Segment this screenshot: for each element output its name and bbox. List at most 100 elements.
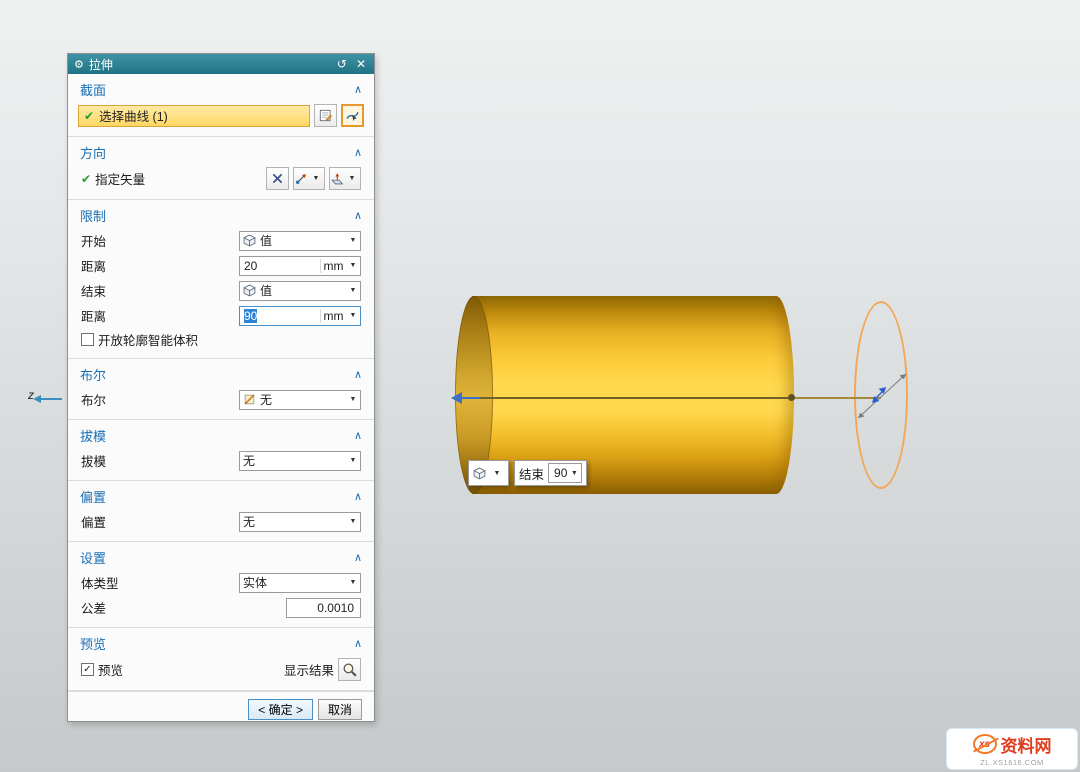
- selected-text: 90: [244, 309, 257, 323]
- open-profile-checkbox[interactable]: [81, 333, 94, 346]
- caret-down-icon[interactable]: ▼: [346, 518, 360, 525]
- preview-section: 预览 ∧ ✓ 预览 显示结果: [68, 628, 374, 691]
- preview-checkbox[interactable]: ✓: [81, 663, 94, 676]
- caret-down-icon[interactable]: ▼: [346, 262, 360, 269]
- z-axis-indicator: z: [26, 388, 72, 408]
- settings-section: 设置 ∧ 体类型 实体 ▼ 公差 0.0010: [68, 542, 374, 628]
- close-button[interactable]: ✕: [354, 57, 368, 71]
- z-axis-line: [40, 398, 62, 400]
- chevron-up-icon[interactable]: ∧: [354, 368, 362, 381]
- tolerance-value: 0.0010: [317, 601, 354, 615]
- chevron-up-icon[interactable]: ∧: [354, 551, 362, 564]
- start-distance-field[interactable]: 20 mm ▼: [239, 256, 361, 276]
- end-label: 结束: [81, 281, 106, 300]
- start-limit-dropdown[interactable]: 值 ▼: [239, 231, 361, 251]
- curve-rule-button[interactable]: [341, 104, 364, 127]
- onscreen-mini-toolbar: ▼ 结束 90 ▼: [468, 460, 587, 486]
- section-section: 截面 ∧ ✔ 选择曲线 (1): [68, 74, 374, 137]
- caret-down-icon[interactable]: ▼: [346, 287, 360, 294]
- watermark-url: ZL.XS1616.COM: [980, 758, 1044, 767]
- offset-dropdown[interactable]: 无 ▼: [239, 512, 361, 532]
- end-limit-value: 值: [260, 282, 342, 299]
- offset-section-header[interactable]: 偏置 ∧: [68, 481, 374, 509]
- gear-icon: ⚙: [74, 58, 84, 71]
- draft-dropdown[interactable]: 无 ▼: [239, 451, 361, 471]
- section-section-header[interactable]: 截面 ∧: [68, 74, 374, 102]
- settings-section-header[interactable]: 设置 ∧: [68, 542, 374, 570]
- ok-button[interactable]: < 确定 >: [248, 699, 313, 720]
- mini-end-value: 90: [554, 466, 567, 480]
- sketch-section-button[interactable]: [314, 104, 337, 127]
- caret-down-icon[interactable]: ▼: [346, 396, 360, 403]
- caret-down-icon[interactable]: ▼: [346, 457, 360, 464]
- body-type-label: 体类型: [81, 573, 119, 592]
- specify-vector-label: 指定矢量: [95, 169, 145, 188]
- direction-section: 方向 ∧ ✔ 指定矢量 ▼ ▼: [68, 137, 374, 200]
- chevron-up-icon[interactable]: ∧: [354, 209, 362, 222]
- draft-section: 拔模 ∧ 拔模 无 ▼: [68, 420, 374, 481]
- draft-section-header[interactable]: 拔模 ∧: [68, 420, 374, 448]
- checkbox-check-icon: ✓: [83, 664, 91, 675]
- chevron-up-icon[interactable]: ∧: [354, 146, 362, 159]
- boolean-label: 布尔: [81, 390, 106, 409]
- reset-button[interactable]: ↺: [335, 57, 349, 71]
- boolean-header-label: 布尔: [80, 365, 106, 384]
- body-type-dropdown[interactable]: 实体 ▼: [239, 573, 361, 593]
- select-curve-label: 选择曲线 (1): [99, 106, 168, 125]
- end-distance-field[interactable]: 90 mm ▼: [239, 306, 361, 326]
- end-limit-dropdown[interactable]: 值 ▼: [239, 281, 361, 301]
- distance-drag-handle[interactable]: [788, 394, 795, 401]
- watermark-row: xs 资料网: [973, 732, 1052, 757]
- end-distance-unit: mm: [320, 309, 346, 323]
- mini-limit-type-dropdown[interactable]: ▼: [468, 460, 509, 486]
- chevron-up-icon[interactable]: ∧: [354, 429, 362, 442]
- cancel-button[interactable]: 取消: [318, 699, 362, 720]
- caret-down-icon[interactable]: ▼: [345, 175, 359, 182]
- vector-arrow-icon: [295, 172, 308, 185]
- inferred-vector-dropdown[interactable]: ▼: [293, 167, 325, 190]
- show-result-button[interactable]: [338, 658, 361, 681]
- end-distance-label: 距离: [81, 306, 106, 325]
- plane-normal-icon: [331, 172, 344, 185]
- draft-label: 拔模: [81, 451, 106, 470]
- direction-header-label: 方向: [80, 143, 106, 162]
- vector-dialog-button[interactable]: [266, 167, 289, 190]
- boolean-section-header[interactable]: 布尔 ∧: [68, 359, 374, 387]
- caret-down-icon[interactable]: ▼: [346, 312, 360, 319]
- boolean-dropdown[interactable]: 无 ▼: [239, 390, 361, 410]
- direction-section-header[interactable]: 方向 ∧: [68, 137, 374, 165]
- extrude-dialog: ⚙ 拉伸 ↺ ✕ 截面 ∧ ✔ 选择曲线 (1) 方向 ∧: [67, 53, 375, 722]
- boolean-none-icon: [243, 393, 256, 406]
- x-vector-icon: [271, 172, 284, 185]
- dialog-titlebar[interactable]: ⚙ 拉伸 ↺ ✕: [68, 54, 374, 74]
- cube-icon: [473, 467, 486, 480]
- start-distance-value[interactable]: 20: [240, 259, 320, 273]
- start-limit-value: 值: [260, 232, 342, 249]
- preview-header-label: 预览: [80, 634, 106, 653]
- tolerance-field[interactable]: 0.0010: [286, 598, 361, 618]
- chevron-up-icon[interactable]: ∧: [354, 637, 362, 650]
- select-curve-field[interactable]: ✔ 选择曲线 (1): [78, 105, 310, 127]
- chevron-up-icon[interactable]: ∧: [354, 490, 362, 503]
- caret-down-icon[interactable]: ▼: [567, 470, 581, 477]
- dialog-footer: < 确定 > 取消: [68, 691, 374, 729]
- end-distance-value[interactable]: 90: [240, 309, 320, 323]
- chevron-up-icon[interactable]: ∧: [354, 83, 362, 96]
- caret-down-icon[interactable]: ▼: [309, 175, 323, 182]
- preview-section-header[interactable]: 预览 ∧: [68, 628, 374, 656]
- caret-down-icon[interactable]: ▼: [346, 237, 360, 244]
- caret-down-icon[interactable]: ▼: [490, 470, 504, 477]
- start-distance-unit: mm: [320, 259, 346, 273]
- draft-value: 无: [243, 452, 342, 469]
- cube-icon: [243, 234, 256, 247]
- sketch-sheet-icon: [319, 109, 332, 122]
- caret-down-icon[interactable]: ▼: [346, 579, 360, 586]
- mini-end-distance-dropdown[interactable]: 90 ▼: [548, 463, 582, 483]
- extrude-direction-arrow-icon[interactable]: [451, 392, 462, 404]
- limits-section-header[interactable]: 限制 ∧: [68, 200, 374, 228]
- offset-label: 偏置: [81, 512, 106, 531]
- preview-label: 预览: [98, 660, 123, 679]
- face-normal-dropdown[interactable]: ▼: [329, 167, 361, 190]
- mini-end-distance-group: 结束 90 ▼: [514, 460, 587, 486]
- direction-flip-handle[interactable]: [854, 368, 910, 424]
